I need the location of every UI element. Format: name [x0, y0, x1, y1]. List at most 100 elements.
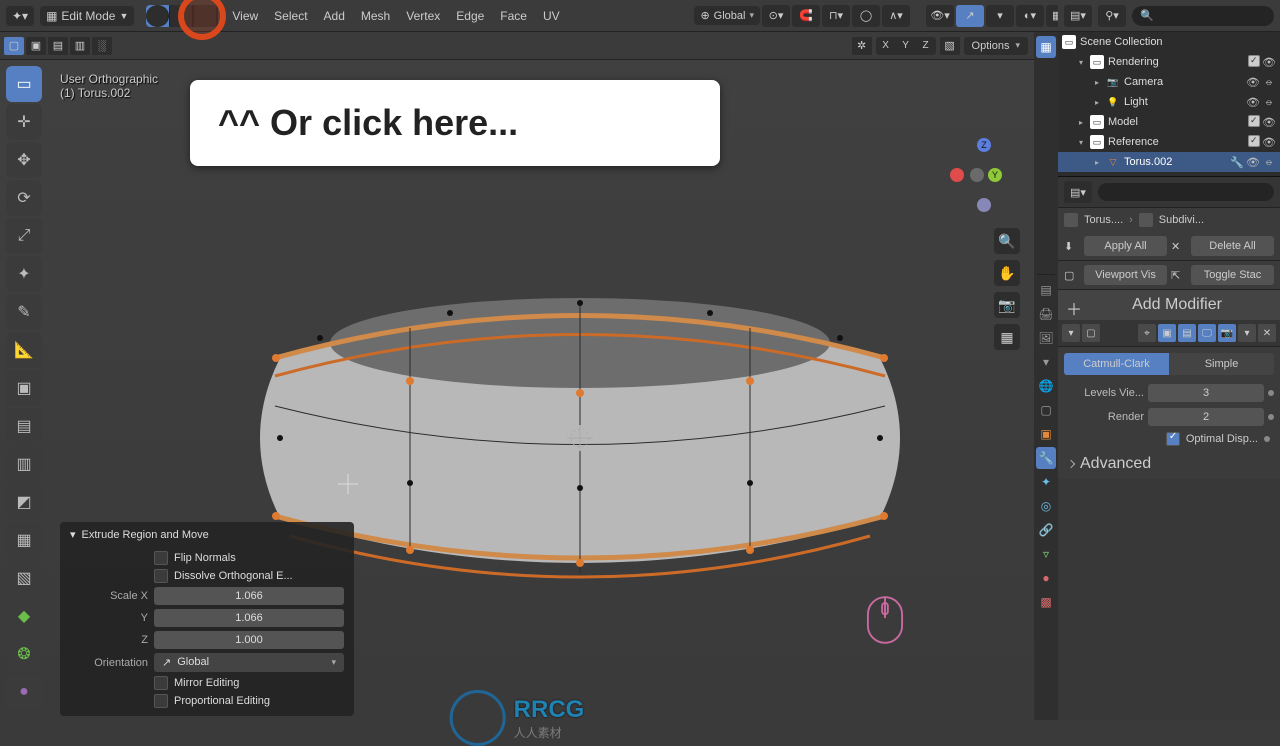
select-invert-mode[interactable]: ▥	[70, 37, 90, 55]
prop-tab-object[interactable]: ▣	[1036, 423, 1056, 445]
snap-toggle[interactable]: 🧲	[792, 5, 820, 27]
animate-dot[interactable]	[1268, 390, 1274, 396]
prop-tab-collection[interactable]: ▢	[1036, 399, 1056, 421]
show-gizmo-toggle[interactable]: ↗	[956, 5, 984, 27]
axis-y[interactable]: Y	[988, 168, 1002, 182]
outliner-filter-icon[interactable]: ▦	[1036, 36, 1056, 58]
outliner-filter[interactable]: ⚲▾	[1098, 5, 1126, 27]
prop-tab-viewlayer[interactable]: 🖼	[1036, 327, 1056, 349]
tool-scale[interactable]: ⤢	[6, 218, 42, 254]
grid-perspective-icon[interactable]: ▦	[994, 324, 1020, 350]
tool-move[interactable]: ✥	[6, 142, 42, 178]
eye-toggle[interactable]: 👁	[1262, 115, 1276, 129]
reference-collection[interactable]: Reference	[1108, 136, 1244, 148]
axis-minus-z[interactable]	[977, 198, 991, 212]
mirror-y[interactable]: Y	[896, 37, 916, 55]
tool-annotate[interactable]: ✎	[6, 294, 42, 330]
menu-add[interactable]: Add	[316, 5, 353, 27]
tool-bevel[interactable]: ◩	[6, 484, 42, 520]
scene-collection-label[interactable]: Scene Collection	[1080, 36, 1276, 48]
outliner-search[interactable]: 🔍	[1132, 6, 1274, 26]
modifier-editmode[interactable]: ▤	[1178, 324, 1196, 342]
properties-sync-icon[interactable]: ▤▾	[1064, 181, 1092, 203]
mirror-z[interactable]: Z	[916, 37, 936, 55]
scale-x-field[interactable]: 1.066	[154, 587, 344, 605]
tool-select-box[interactable]: ▭	[6, 66, 42, 102]
proportional-type-dropdown[interactable]: ∧▾	[882, 5, 910, 27]
modifier-pin[interactable]: ⌖	[1138, 324, 1156, 342]
tool-extrude[interactable]: ▤	[6, 408, 42, 444]
transform-orientation[interactable]: ⊕ Global ▾	[694, 6, 760, 25]
menu-vertex[interactable]: Vertex	[398, 5, 448, 27]
tool-inset[interactable]: ▥	[6, 446, 42, 482]
camera-item[interactable]: Camera	[1124, 76, 1242, 88]
overlays-toggle[interactable]: ◐▾	[1016, 5, 1044, 27]
proportional-editing-checkbox[interactable]	[154, 694, 168, 708]
disable-toggle[interactable]: ⦵	[1262, 95, 1276, 109]
select-set-mode[interactable]: ▢	[4, 37, 24, 55]
tool-smooth[interactable]: ●	[6, 674, 42, 710]
prop-tab-scene[interactable]: ▾	[1036, 351, 1056, 373]
mirror-editing-checkbox[interactable]	[154, 676, 168, 690]
prop-tab-modifiers[interactable]: 🔧	[1036, 447, 1056, 469]
subdiv-catmull-tab[interactable]: Catmull-Clark	[1064, 353, 1169, 375]
visibility-dropdown[interactable]: 👁▾	[926, 5, 954, 27]
tool-cursor[interactable]: ✛	[6, 104, 42, 140]
modifier-collapse-toggle[interactable]: ▾	[1062, 324, 1080, 342]
exclude-checkbox[interactable]	[1248, 115, 1260, 127]
prop-tab-material[interactable]: ●	[1036, 567, 1056, 589]
bc-object[interactable]: Torus....	[1084, 214, 1123, 226]
add-modifier-button[interactable]: ＋ Add Modifier	[1058, 290, 1280, 320]
mirror-icon[interactable]: ✲	[852, 37, 872, 55]
select-subtract-mode[interactable]: ▤	[48, 37, 68, 55]
outliner-display-mode[interactable]: ▤▾	[1064, 5, 1092, 27]
zoom-icon[interactable]: 🔍	[994, 228, 1020, 254]
eye-toggle[interactable]: 👁	[1262, 135, 1276, 149]
outliner[interactable]: ▭ Scene Collection ▾ ▭ Rendering 👁 ▸ 📷 C…	[1058, 32, 1280, 177]
modifier-extras-dropdown[interactable]: ▾	[1238, 324, 1256, 342]
disclosure-icon[interactable]: ▸	[1092, 158, 1102, 167]
delete-all-button[interactable]: Delete All	[1191, 236, 1274, 256]
prop-tab-render[interactable]: ▤	[1036, 279, 1056, 301]
pivot-center-dropdown[interactable]: ⊙▾	[762, 5, 790, 27]
modifier-oncage[interactable]: ▣	[1158, 324, 1176, 342]
exclude-checkbox[interactable]	[1248, 55, 1260, 67]
select-intersect-mode[interactable]: ░	[92, 37, 112, 55]
model-collection[interactable]: Model	[1108, 116, 1244, 128]
tool-add-cube[interactable]: ▣	[6, 370, 42, 406]
advanced-section-toggle[interactable]: Advanced	[1058, 449, 1280, 479]
apply-all-button[interactable]: Apply All	[1084, 236, 1167, 256]
viewport-vis-button[interactable]: Viewport Vis	[1084, 265, 1167, 285]
gizmo-dropdown[interactable]: ▾	[986, 5, 1014, 27]
menu-select[interactable]: Select	[266, 5, 315, 27]
prop-tab-texture[interactable]: ▩	[1036, 591, 1056, 613]
levels-render-field[interactable]: 2	[1148, 408, 1264, 426]
modifier-remove[interactable]: ✕	[1258, 324, 1276, 342]
disable-toggle[interactable]: ⦵	[1262, 75, 1276, 89]
eye-toggle[interactable]: 👁	[1246, 95, 1260, 109]
menu-view[interactable]: View	[224, 5, 266, 27]
optimal-display-checkbox[interactable]: ✓	[1166, 432, 1180, 446]
animate-dot[interactable]	[1268, 414, 1274, 420]
pan-hand-icon[interactable]: ✋	[994, 260, 1020, 286]
axis-x[interactable]	[950, 168, 964, 182]
toggle-stack-button[interactable]: Toggle Stac	[1191, 265, 1274, 285]
mirror-x[interactable]: X	[876, 37, 896, 55]
axis-z[interactable]: Z	[977, 138, 991, 152]
tool-loop-cut[interactable]: ▦	[6, 522, 42, 558]
levels-viewport-field[interactable]: 3	[1148, 384, 1264, 402]
disclosure-icon[interactable]: ▸	[1076, 118, 1086, 127]
prop-tab-data[interactable]: ▿	[1036, 543, 1056, 565]
tool-knife[interactable]: ▧	[6, 560, 42, 596]
menu-edge[interactable]: Edge	[448, 5, 492, 27]
snap-type-dropdown[interactable]: ⊓▾	[822, 5, 850, 27]
operator-panel-header[interactable]: ▾ Extrude Region and Move	[60, 522, 354, 547]
disclosure-icon[interactable]: ▾	[1076, 58, 1086, 67]
exclude-checkbox[interactable]	[1248, 135, 1260, 147]
tool-measure[interactable]: 📐	[6, 332, 42, 368]
eye-toggle[interactable]: 👁	[1246, 75, 1260, 89]
modifier-render[interactable]: 📷	[1218, 324, 1236, 342]
subdiv-simple-tab[interactable]: Simple	[1169, 353, 1274, 375]
properties-search[interactable]	[1098, 183, 1274, 201]
flip-normals-checkbox[interactable]	[154, 551, 168, 565]
